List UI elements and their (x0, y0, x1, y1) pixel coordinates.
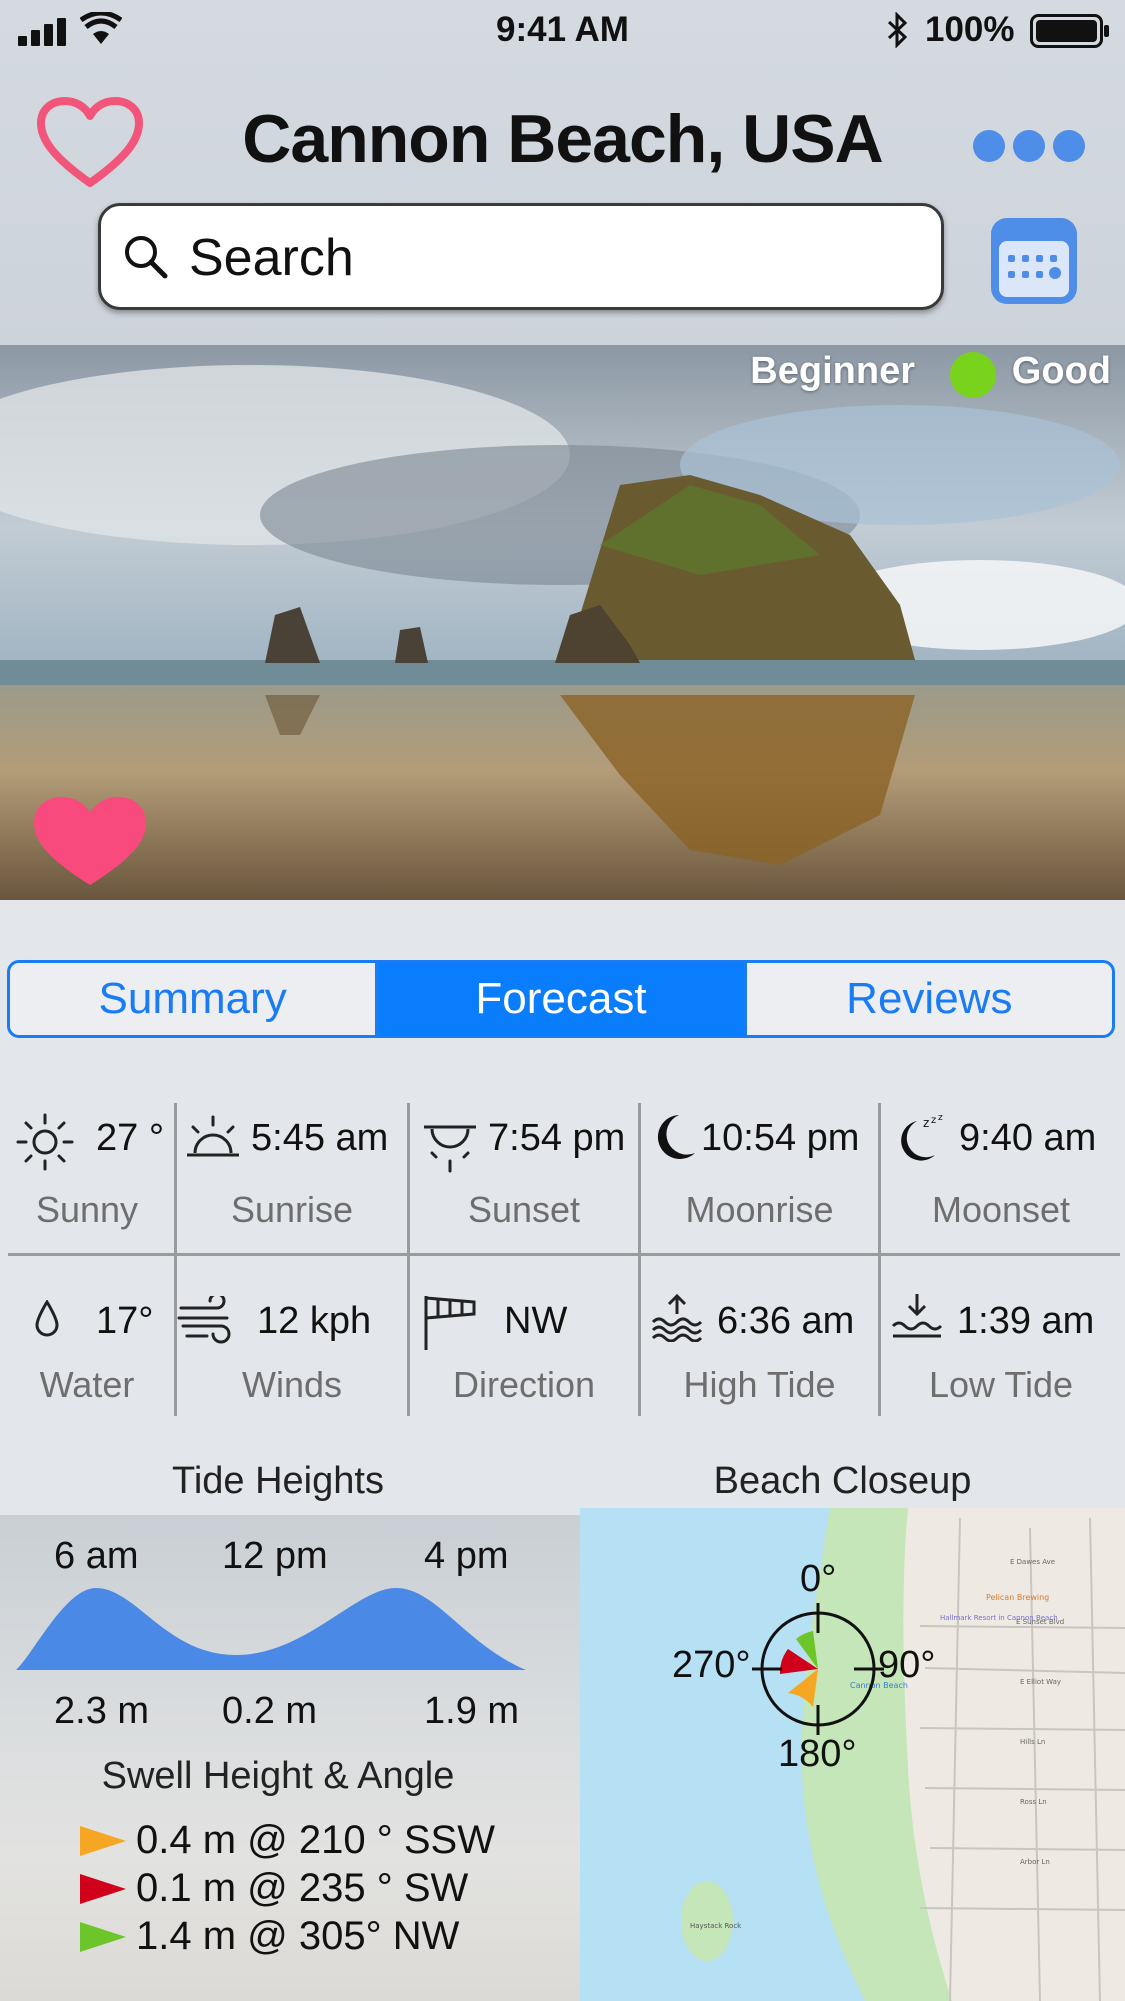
swell-arrow-green-icon (80, 1921, 126, 1952)
wind-direction: NW (504, 1300, 568, 1342)
water-label: Water (39, 1364, 135, 1405)
tide-heights-title: Tide Heights (172, 1460, 384, 1502)
swell-arrow-orange-icon (80, 1825, 126, 1856)
condition-sunset: 7:54 pm Sunset (410, 1103, 638, 1253)
sunrise-label: Sunrise (230, 1189, 354, 1230)
segmented-tabs: Summary Forecast Reviews (7, 960, 1115, 1038)
swell-row: 0.1 m @ 235 ° SW (80, 1866, 468, 1911)
tide-height-label: 2.3 m (54, 1690, 150, 1732)
calendar-button[interactable] (988, 215, 1080, 312)
low-tide-label: Low Tide (928, 1364, 1074, 1405)
swell-row: 0.4 m @ 210 ° SSW (80, 1818, 495, 1863)
battery-percent: 100% (925, 10, 1015, 49)
svg-text:z: z (923, 1116, 929, 1130)
page-title: Cannon Beach, USA (242, 101, 883, 177)
tab-reviews[interactable]: Reviews (747, 963, 1112, 1035)
water-temp: 17° (96, 1300, 154, 1342)
low-tide-icon (891, 1294, 943, 1338)
tide-curve (16, 1588, 526, 1670)
compass-east-label: 90° (878, 1644, 936, 1686)
tide-time-label: 4 pm (424, 1535, 509, 1577)
condition-direction: NW Direction (410, 1256, 638, 1416)
map-label-street: Ross Ln (1020, 1798, 1047, 1806)
tide-height-label: 0.2 m (222, 1690, 318, 1732)
more-options-icon[interactable] (973, 130, 1085, 162)
skill-level: Beginner (750, 350, 915, 392)
condition-water: 17° Water (0, 1256, 174, 1416)
swell-row: 1.4 m @ 305° NW (80, 1914, 459, 1959)
winds-label: Winds (241, 1364, 343, 1405)
swell-text: 0.4 m @ 210 ° SSW (136, 1818, 495, 1862)
sun-icon (16, 1113, 74, 1171)
high-tide-label: High Tide (683, 1364, 836, 1405)
swell-text: 1.4 m @ 305° NW (136, 1914, 460, 1958)
tab-summary[interactable]: Summary (10, 963, 379, 1035)
search-field[interactable] (98, 203, 944, 310)
condition-low-tide: 1:39 am Low Tide (881, 1256, 1121, 1416)
high-tide-time: 6:36 am (717, 1300, 855, 1342)
tide-height-label: 1.9 m (424, 1690, 520, 1732)
condition-high-tide: 6:36 am High Tide (641, 1256, 878, 1416)
tide-height-chart (16, 1588, 526, 1670)
wind-icon (177, 1296, 231, 1344)
weather-label: Sunny (35, 1189, 139, 1230)
moonset-icon: z z z (901, 1113, 943, 1161)
tide-time-label: 6 am (54, 1535, 139, 1577)
svg-text:z: z (938, 1113, 943, 1123)
moonrise-label: Moonrise (685, 1189, 834, 1230)
wind-speed: 12 kph (257, 1300, 372, 1342)
windsock-icon (424, 1296, 476, 1350)
condition-winds: 12 kph Winds (177, 1256, 407, 1416)
sunset-icon (424, 1125, 476, 1173)
condition-moonset: z z z 9:40 am Moonset (881, 1103, 1121, 1253)
water-drop-icon (35, 1300, 59, 1337)
sunset-label: Sunset (467, 1189, 581, 1230)
swell-arrow-red-icon (80, 1873, 126, 1904)
sunrise-time: 5:45 am (251, 1117, 389, 1159)
moonset-time: 9:40 am (959, 1117, 1097, 1159)
compass-south-label: 180° (778, 1733, 857, 1775)
map-label-street: Hills Ln (1020, 1738, 1045, 1746)
low-tide-time: 1:39 am (957, 1300, 1095, 1342)
tab-forecast[interactable]: Forecast (378, 963, 747, 1035)
condition-good-dot (950, 352, 996, 398)
compass-west-label: 270° (672, 1644, 751, 1686)
beach-closeup-title: Beach Closeup (713, 1460, 972, 1502)
svg-text:z: z (931, 1115, 936, 1126)
map-label-street: E Sunset Blvd (1016, 1618, 1064, 1626)
beach-photo (0, 345, 1125, 900)
compass-north-label: 0° (800, 1558, 837, 1600)
map-label-street: E Dawes Ave (1010, 1558, 1055, 1566)
favorite-heart-filled-icon[interactable] (30, 795, 150, 892)
condition-sunrise: 5:45 am Sunrise (177, 1103, 407, 1253)
condition-sunny: 27 ° Sunny (0, 1103, 174, 1253)
condition-moonrise: 10:54 pm Moonrise (641, 1103, 878, 1253)
bluetooth-icon (886, 11, 910, 53)
moonrise-icon (657, 1115, 695, 1159)
battery-icon (1030, 14, 1110, 53)
direction-label: Direction (452, 1364, 596, 1405)
moonrise-time: 10:54 pm (701, 1117, 860, 1159)
swell-text: 0.1 m @ 235 ° SW (136, 1866, 469, 1910)
swell-title: Swell Height & Angle (101, 1755, 455, 1797)
search-input[interactable] (187, 224, 891, 292)
temperature-value: 27 ° (96, 1117, 165, 1159)
sunset-time: 7:54 pm (488, 1117, 626, 1159)
map-label-haystack: Haystack Rock (690, 1922, 742, 1930)
moonset-label: Moonset (931, 1189, 1071, 1230)
condition-status: Good (1011, 350, 1111, 392)
tide-time-label: 12 pm (222, 1535, 328, 1577)
map-label-street: E Elliot Way (1020, 1678, 1061, 1686)
map-label-street: Arbor Ln (1020, 1858, 1050, 1866)
high-tide-icon (651, 1293, 703, 1342)
sunrise-icon (187, 1115, 239, 1157)
map-label-pelican: Pelican Brewing (986, 1593, 1049, 1602)
search-icon (125, 236, 168, 279)
